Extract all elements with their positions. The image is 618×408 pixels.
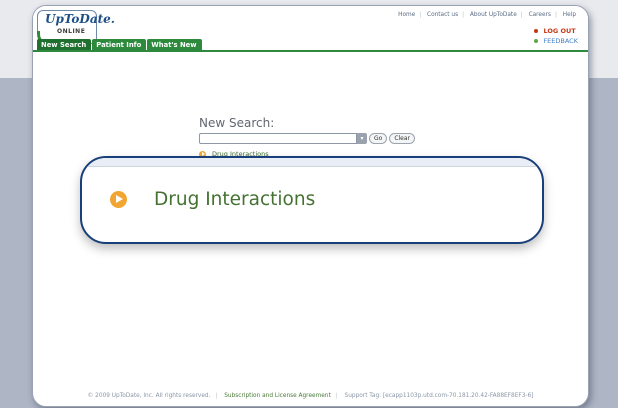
support-tag: Support Tag: [ecapp1103p.utd.com-70.181.… — [344, 393, 534, 399]
copyright-text: © 2009 UpToDate, Inc. All rights reserve… — [87, 393, 211, 399]
site-footer: © 2009 UpToDate, Inc. All rights reserve… — [33, 393, 588, 399]
search-title: New Search: — [199, 116, 275, 130]
chevron-down-icon[interactable]: ▾ — [357, 133, 367, 144]
search-input[interactable] — [199, 133, 357, 144]
tab-whats-new[interactable]: What's New — [147, 39, 202, 50]
separator: | — [215, 393, 218, 399]
separator: | — [520, 12, 523, 18]
search-panel: New Search: ▾ Go Clear Drug Interactions — [199, 116, 416, 158]
separator: | — [335, 393, 338, 399]
separator: | — [419, 12, 422, 18]
logout-label: LOG OUT — [543, 27, 576, 35]
top-link-careers[interactable]: Careers — [529, 12, 551, 18]
header-divider — [33, 50, 588, 52]
top-link-contact[interactable]: Contact us — [427, 12, 458, 18]
feedback-link[interactable]: FEEDBACK — [534, 36, 578, 46]
tab-patient-info[interactable]: Patient Info — [92, 39, 147, 50]
play-circle-icon — [110, 191, 127, 208]
account-links: LOG OUT FEEDBACK — [534, 26, 578, 46]
clear-button[interactable]: Clear — [389, 133, 416, 144]
go-button[interactable]: Go — [369, 133, 388, 144]
zoom-callout: Drug Interactions — [80, 156, 544, 244]
logout-link[interactable]: LOG OUT — [534, 26, 578, 36]
bullet-icon — [534, 29, 539, 33]
search-row: ▾ Go Clear — [199, 133, 416, 144]
top-link-help[interactable]: Help — [563, 12, 576, 18]
separator: | — [462, 12, 465, 18]
feedback-label: FEEDBACK — [543, 37, 578, 45]
license-link[interactable]: Subscription and License Agreement — [224, 393, 331, 399]
top-link-home[interactable]: Home — [398, 12, 415, 18]
zoomed-drug-interactions-label[interactable]: Drug Interactions — [154, 189, 315, 210]
logo-subtitle: ONLINE — [57, 28, 86, 35]
main-tabs: New Search Patient Info What's New — [37, 39, 203, 50]
top-link-about[interactable]: About UpToDate — [470, 12, 517, 18]
bullet-icon — [534, 39, 539, 43]
callout-top-strip — [82, 158, 542, 167]
logo-wordmark: UpToDate. — [45, 12, 115, 26]
site-header: UpToDate. ONLINE Home | Contact us | About… — [33, 6, 588, 50]
top-nav: Home | Contact us | About UpToDate | Career… — [398, 12, 576, 18]
separator: | — [554, 12, 557, 18]
tab-new-search[interactable]: New Search — [37, 39, 92, 50]
